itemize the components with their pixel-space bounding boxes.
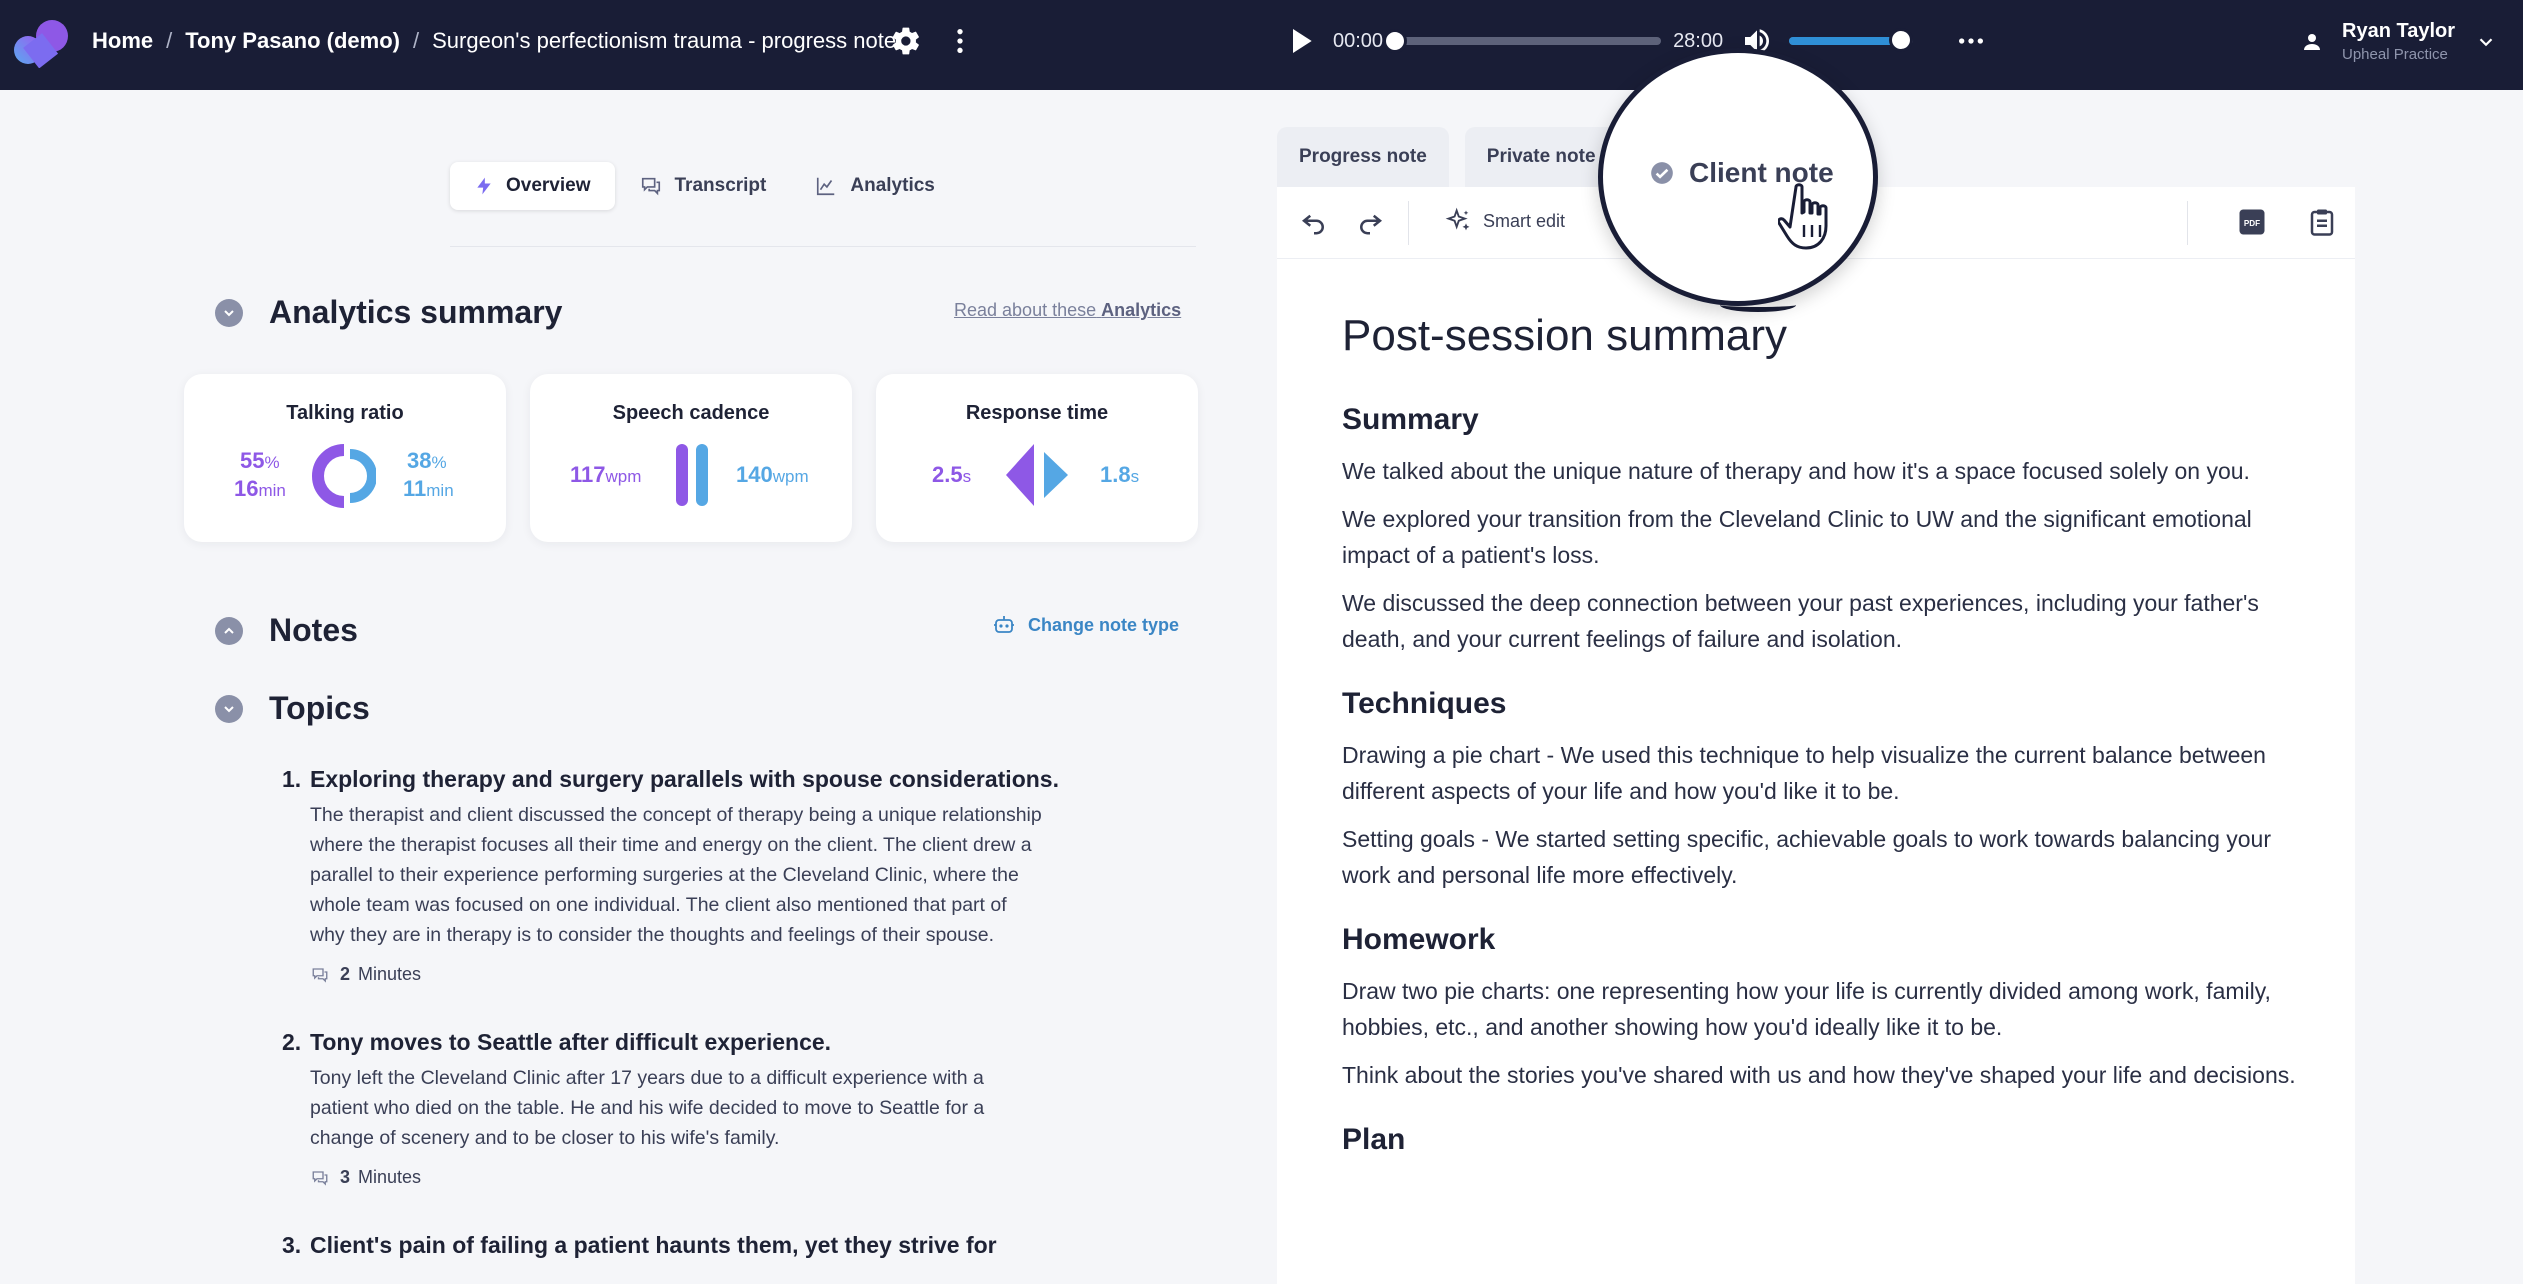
play-icon[interactable] xyxy=(1285,25,1317,57)
topics-header: Topics xyxy=(215,690,370,727)
client-response: 1.8s xyxy=(1100,462,1140,487)
topic-title: 2. Tony moves to Seattle after difficult … xyxy=(282,1029,832,1055)
talking-ratio-donut xyxy=(312,444,376,508)
upheal-logo[interactable] xyxy=(12,20,72,68)
tab-transcript[interactable]: Transcript xyxy=(615,162,791,210)
chevron-up-icon[interactable] xyxy=(215,616,243,645)
more-horizontal-icon[interactable] xyxy=(1955,25,1987,57)
therapist-cadence: 117wpm xyxy=(570,462,642,487)
user-icon xyxy=(2300,30,2324,54)
therapist-ratio: 55% xyxy=(240,448,280,473)
topics-list: 1. Exploring therapy and surgery parallel… xyxy=(282,762,1112,1284)
topic-item: 2. Tony moves to Seattle after difficult … xyxy=(282,1025,1112,1188)
smart-edit-button[interactable]: Smart edit xyxy=(1445,207,1565,235)
chevron-down-icon[interactable] xyxy=(2475,31,2497,53)
user-menu[interactable]: Ryan Taylor Upheal Practice xyxy=(2300,20,2497,63)
document-title: Post-session summary xyxy=(1342,311,1788,360)
volume-fill xyxy=(1789,37,1901,45)
therapist-minutes: 16min xyxy=(234,476,286,501)
chat-icon xyxy=(639,175,675,197)
tabs-divider xyxy=(450,246,1196,247)
top-bar: Home / Tony Pasano (demo) / Surgeon's pe… xyxy=(0,0,2523,90)
homework-heading: Homework xyxy=(1342,923,1496,956)
chat-icon xyxy=(310,966,340,984)
breadcrumb-session: Surgeon's perfectionism trauma - progres… xyxy=(432,28,897,53)
summary-heading: Summary xyxy=(1342,403,1479,436)
summary-paragraph: We discussed the deep connection between… xyxy=(1342,590,2259,652)
client-ratio: 38% xyxy=(407,448,447,473)
undo-icon[interactable] xyxy=(1299,207,1329,237)
plan-heading: Plan xyxy=(1342,1123,1406,1156)
check-circle-icon xyxy=(1649,160,1689,186)
note-tabs: Progress note Private note xyxy=(1277,127,1634,187)
magnifier-callout: Client note xyxy=(1598,48,1878,306)
client-cadence: 140wpm xyxy=(736,462,809,487)
tab-private-note[interactable]: Private note xyxy=(1464,127,1618,187)
topic-item: 3. Client's pain of failing a patient hau… xyxy=(282,1228,1112,1262)
technique-paragraph: Drawing a pie chart - We used this techn… xyxy=(1342,742,2266,804)
redo-icon[interactable] xyxy=(1355,207,1385,237)
volume-thumb[interactable] xyxy=(1888,28,1913,52)
response-time-card[interactable]: Response time 2.5s 1.8s xyxy=(876,374,1198,542)
more-vertical-icon[interactable] xyxy=(944,25,976,57)
breadcrumb-home[interactable]: Home xyxy=(92,28,153,54)
analytics-summary-title: Analytics summary xyxy=(269,294,563,330)
pointer-hand-icon xyxy=(1778,183,1838,253)
talking-ratio-card[interactable]: Talking ratio 55% 16min 38% 11min xyxy=(184,374,506,542)
analytics-summary-header: Analytics summary xyxy=(215,294,562,331)
card-title: Speech cadence xyxy=(612,402,770,424)
chart-icon xyxy=(814,175,850,197)
homework-paragraph: Think about the stories you've shared wi… xyxy=(1342,1062,2296,1088)
card-title: Response time xyxy=(965,402,1109,424)
svg-text:PDF: PDF xyxy=(2244,219,2260,228)
summary-paragraph: We explored your transition from the Cle… xyxy=(1342,506,2252,568)
techniques-heading: Techniques xyxy=(1342,687,1507,720)
topic-title: 1. Exploring therapy and surgery parallel… xyxy=(282,766,1059,792)
user-name: Ryan Taylor xyxy=(2342,20,2455,42)
seek-thumb[interactable] xyxy=(1383,29,1408,53)
client-minutes: 11min xyxy=(403,476,454,501)
audio-player: 00:00 28:00 xyxy=(1285,0,1987,82)
current-time: 00:00 xyxy=(1333,29,1384,52)
note-document[interactable]: Post-session summary Summary We talked a… xyxy=(1277,259,2355,1284)
settings-icon[interactable] xyxy=(890,25,922,57)
topic-duration[interactable]: 3 Minutes xyxy=(310,1167,1112,1188)
clipboard-icon[interactable] xyxy=(2307,207,2337,237)
chevron-down-icon[interactable] xyxy=(215,298,243,327)
left-tabs: Overview Transcript Analytics xyxy=(450,162,959,210)
topic-duration[interactable]: 2 Minutes xyxy=(310,964,1112,985)
notes-header: Notes xyxy=(215,612,358,649)
therapist-response: 2.5s xyxy=(932,462,972,487)
summary-paragraph: We talked about the unique nature of the… xyxy=(1342,458,2250,484)
volume-slider[interactable] xyxy=(1789,28,1914,52)
card-title: Talking ratio xyxy=(286,402,404,424)
homework-paragraph: Draw two pie charts: one representing ho… xyxy=(1342,978,2271,1040)
change-note-type-button[interactable]: Change note type xyxy=(992,613,1179,637)
topic-item: 1. Exploring therapy and surgery parallel… xyxy=(282,762,1112,985)
user-practice: Upheal Practice xyxy=(2342,46,2448,63)
tab-overview[interactable]: Overview xyxy=(450,162,615,210)
topic-summary: The therapist and client discussed the c… xyxy=(310,804,1042,946)
breadcrumb: Home / Tony Pasano (demo) / Surgeon's pe… xyxy=(92,28,897,54)
breadcrumb-client[interactable]: Tony Pasano (demo) xyxy=(185,28,400,54)
pdf-icon[interactable]: PDF xyxy=(2237,207,2267,237)
read-about-analytics-link[interactable]: Read about these Analytics xyxy=(954,300,1181,321)
speech-cadence-card[interactable]: Speech cadence 117wpm 140wpm xyxy=(530,374,852,542)
bolt-icon xyxy=(474,175,506,197)
topic-title: 3. Client's pain of failing a patient hau… xyxy=(282,1232,997,1258)
topic-summary: Tony left the Cleveland Clinic after 17 … xyxy=(310,1067,985,1149)
chat-icon xyxy=(310,1169,340,1187)
robot-icon xyxy=(992,613,1028,637)
topics-title: Topics xyxy=(269,690,370,726)
tab-progress-note[interactable]: Progress note xyxy=(1277,127,1449,187)
tab-analytics[interactable]: Analytics xyxy=(790,162,958,210)
response-arrows xyxy=(1006,444,1072,506)
technique-paragraph: Setting goals - We started setting speci… xyxy=(1342,826,2272,888)
seek-slider[interactable] xyxy=(1383,29,1662,53)
chevron-down-icon[interactable] xyxy=(215,694,243,723)
notes-title: Notes xyxy=(269,612,358,648)
cadence-bars xyxy=(676,444,710,506)
sparkle-icon xyxy=(1445,207,1483,235)
